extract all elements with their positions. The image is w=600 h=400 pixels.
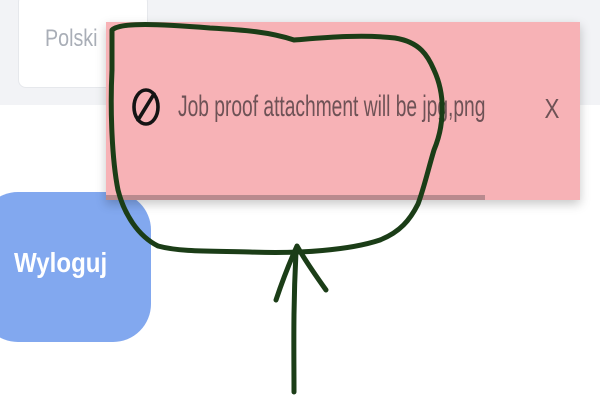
logout-button-label: Wyloguj	[14, 247, 108, 278]
logout-button[interactable]: Wyloguj	[0, 192, 151, 342]
annotation-arrow-head	[273, 243, 329, 303]
annotation-arrow-shaft	[291, 249, 299, 395]
toast-message: Job proof attachment will be jpg,png	[178, 90, 486, 123]
error-toast: Job proof attachment will be jpg,png X	[106, 22, 580, 200]
toast-close-button[interactable]: X	[542, 92, 561, 126]
toast-progress-bar	[106, 195, 486, 200]
language-selector-value: Polski	[45, 25, 98, 52]
ban-icon	[128, 80, 164, 134]
screenshot-stage: Polski Wyloguj Job proof attachment will…	[0, 0, 600, 400]
